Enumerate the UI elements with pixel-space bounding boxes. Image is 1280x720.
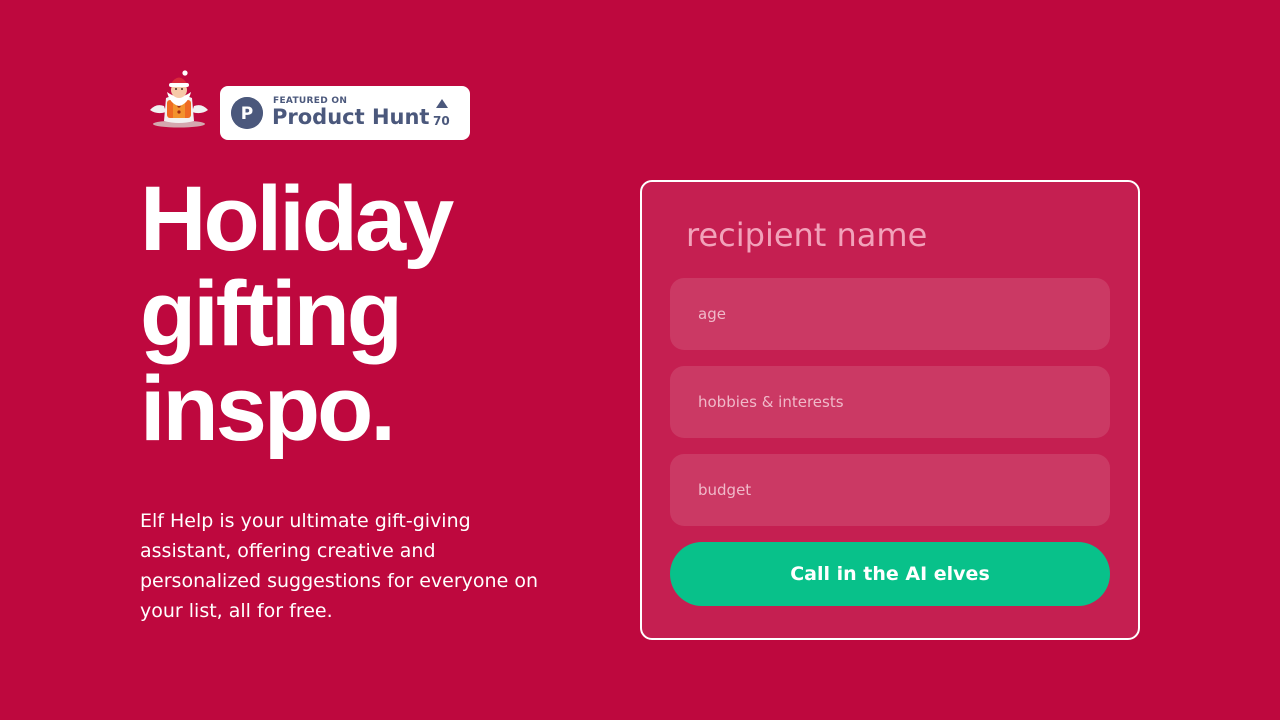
hero-description: Elf Help is your ultimate gift-giving as… bbox=[140, 510, 538, 622]
product-hunt-name: Product Hunt bbox=[272, 105, 430, 129]
upvote-count: 70 bbox=[433, 114, 450, 128]
triangle-up-icon bbox=[436, 99, 448, 108]
age-input[interactable] bbox=[670, 278, 1110, 350]
headline-line-2: gifting bbox=[140, 263, 403, 365]
product-hunt-logo-icon: P bbox=[231, 97, 263, 129]
product-hunt-badge[interactable]: P FEATURED ON Product Hunt 70 bbox=[220, 86, 470, 140]
gift-form: Call in the AI elves bbox=[640, 180, 1140, 640]
product-hunt-logo-letter: P bbox=[241, 104, 253, 124]
budget-input[interactable] bbox=[670, 454, 1110, 526]
hero-headline: Holiday gifting inspo. bbox=[140, 168, 454, 460]
recipient-name-input[interactable] bbox=[670, 206, 1110, 264]
hobbies-input[interactable] bbox=[670, 366, 1110, 438]
headline-line-3: inspo. bbox=[140, 358, 396, 460]
headline-line-1: Holiday bbox=[140, 168, 454, 270]
call-ai-elves-button[interactable]: Call in the AI elves bbox=[670, 542, 1110, 606]
santa-elf-icon bbox=[150, 70, 208, 128]
